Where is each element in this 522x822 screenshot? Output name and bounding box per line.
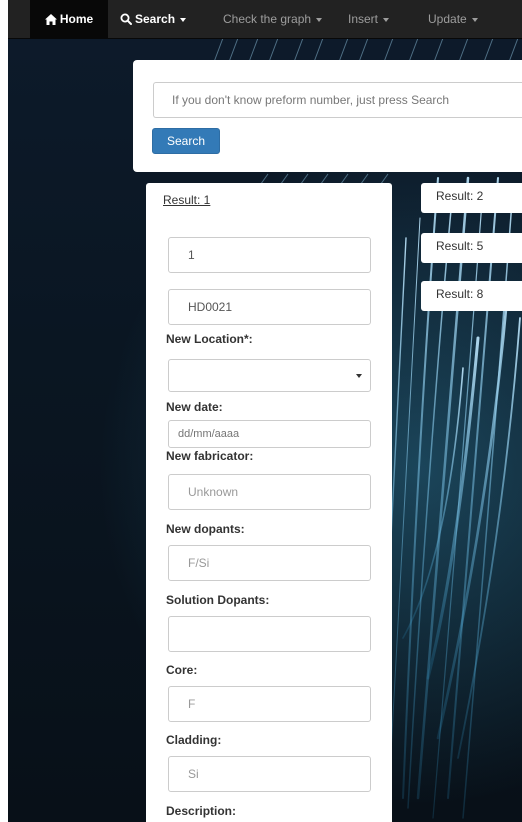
result-tab-2[interactable]: Result: 2: [421, 183, 522, 213]
fabricator-field[interactable]: [168, 474, 371, 510]
preform-number-field[interactable]: [168, 289, 371, 325]
solution-dopants-label: Solution Dopants:: [166, 593, 270, 607]
caret-down-icon: [471, 17, 478, 22]
chevron-down-icon: [356, 374, 362, 378]
caret-down-icon: [180, 17, 187, 22]
nav-insert-dropdown[interactable]: Insert: [348, 0, 390, 38]
location-select[interactable]: [168, 359, 371, 392]
description-label: Description:: [166, 804, 237, 818]
core-field[interactable]: [168, 686, 371, 722]
nav-check-graph-label: Check the graph: [223, 12, 312, 26]
fabricator-label: New fabricator:: [166, 449, 254, 463]
result-tab-1[interactable]: Result: 1: [163, 193, 210, 207]
search-panel: Search: [133, 60, 522, 172]
core-label: Core:: [166, 663, 198, 677]
dopants-field[interactable]: [168, 545, 371, 581]
nav-home-label: Home: [59, 12, 94, 26]
home-icon: [44, 14, 57, 25]
date-label: New date:: [166, 400, 223, 414]
nav-insert-label: Insert: [348, 12, 379, 26]
top-navbar: Home Search Check the graph Insert Updat…: [8, 0, 522, 39]
search-button[interactable]: Search: [152, 128, 220, 154]
nav-check-graph-dropdown[interactable]: Check the graph: [223, 0, 323, 38]
result-tab-8[interactable]: Result: 8: [421, 281, 522, 311]
location-label: New Location*:: [166, 332, 253, 346]
cladding-field[interactable]: [168, 756, 371, 792]
nav-search-label: Search: [135, 12, 176, 26]
caret-down-icon: [316, 17, 323, 22]
cladding-label: Cladding:: [166, 733, 222, 747]
caret-down-icon: [383, 17, 390, 22]
result-tab-5[interactable]: Result: 5: [421, 233, 522, 263]
solution-dopants-field[interactable]: [168, 616, 371, 652]
preform-search-input[interactable]: [153, 82, 522, 118]
search-icon: [120, 13, 132, 25]
nav-update-label: Update: [428, 12, 467, 26]
nav-update-dropdown[interactable]: Update: [428, 0, 478, 38]
dopants-label: New dopants:: [166, 522, 245, 536]
result-card-1: Result: 1 New Location*: New date: New f…: [146, 183, 392, 822]
id-field[interactable]: [168, 237, 371, 273]
nav-home[interactable]: Home: [30, 0, 108, 38]
nav-search-dropdown[interactable]: Search: [120, 0, 187, 38]
date-field[interactable]: [168, 420, 371, 448]
